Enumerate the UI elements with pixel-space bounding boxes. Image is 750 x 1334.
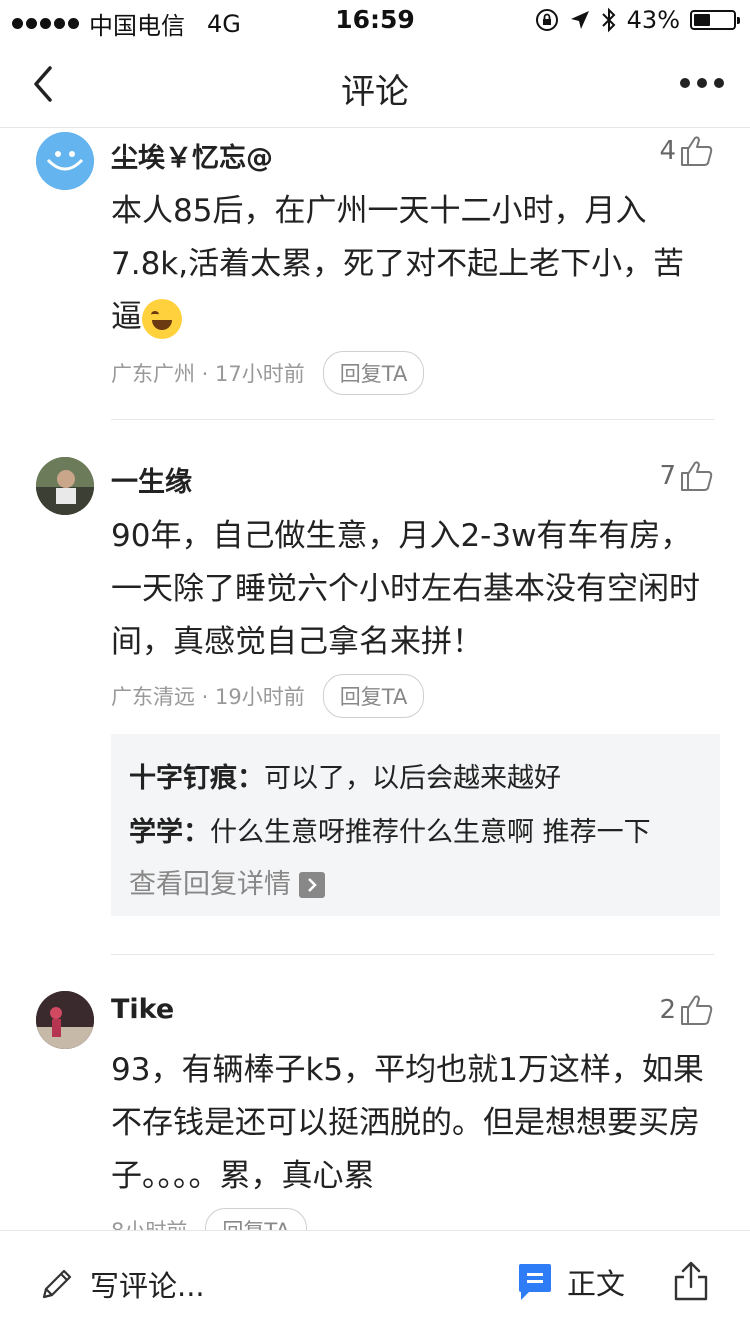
username[interactable]: Tike [111, 994, 174, 1025]
laughing-emoji-icon [142, 298, 182, 339]
reply-button[interactable]: 回复TA [322, 674, 425, 718]
reply-text: 可以了，以后会越来越好 [264, 763, 561, 794]
thumbs-up-icon [681, 995, 713, 1025]
location-time: 广东清远 · 19小时前 [111, 685, 305, 709]
like-count: 2 [659, 995, 676, 1025]
nav-bar: 评论 [0, 40, 750, 128]
replies-box[interactable]: 十字钉痕：可以了，以后会越来越好 学学：什么生意呀推荐什么生意啊 推荐一下 查看… [111, 734, 720, 916]
location-icon [570, 11, 589, 29]
comment-text: 93，有辆棒子k5，平均也就1万这样，如果不存钱是还可以挺洒脱的。但是想想要买房… [111, 1052, 704, 1194]
like-count: 4 [659, 136, 676, 166]
reply-user: 学学： [129, 817, 210, 848]
comment-text: 90年，自己做生意，月入2-3w有车有房，一天除了睡觉六个小时左右基本没有空闲时… [111, 518, 700, 660]
thumbs-up-icon [681, 136, 713, 166]
like-button[interactable]: 7 [659, 460, 714, 492]
comment-text: 本人85后，在广州一天十二小时，月入7.8k,活着太累，死了对不起上老下小，苦逼 [111, 185, 711, 344]
avatar[interactable] [36, 457, 94, 515]
divider [111, 419, 714, 420]
location-time: 广东广州 · 17小时前 [111, 362, 305, 386]
article-label: 正文 [567, 1267, 626, 1301]
reply-button[interactable]: 回复TA [205, 1208, 307, 1230]
more-options-icon[interactable] [680, 70, 724, 96]
comment-meta: 广东广州 · 17小时前 回复TA [111, 351, 425, 395]
thumbs-up-icon [681, 461, 713, 491]
pencil-icon [42, 1269, 72, 1299]
battery-icon [690, 10, 740, 30]
bluetooth-icon [601, 7, 616, 33]
article-button[interactable]: 正文 [517, 1261, 625, 1303]
username[interactable]: 一生缘 [111, 460, 192, 499]
view-replies-label: 查看回复详情 [129, 869, 291, 900]
bottom-toolbar: 写评论... 正文 [0, 1230, 750, 1334]
avatar[interactable] [36, 991, 94, 1049]
comment-meta: 8小时前 回复TA [111, 1208, 307, 1230]
article-icon [519, 1264, 551, 1300]
write-comment-label: 写评论... [90, 1269, 205, 1303]
reply-button[interactable]: 回复TA [322, 351, 425, 395]
page-title: 评论 [341, 72, 409, 112]
reply-user: 十字钉痕： [129, 763, 264, 794]
like-button[interactable]: 2 [659, 994, 714, 1026]
reply-text: 什么生意呀推荐什么生意啊 推荐一下 [210, 817, 651, 848]
status-bar: 中国电信 4G 16:59 43% [0, 0, 750, 40]
location-time: 8小时前 [111, 1215, 187, 1230]
like-button[interactable]: 4 [659, 135, 714, 167]
comment-list[interactable]: 尘埃￥忆忘@ 4 本人85后，在广州一天十二小时，月入7.8k,活着太累，死了对… [0, 129, 750, 1230]
reply-item: 十字钉痕：可以了，以后会越来越好 [129, 752, 702, 806]
username[interactable]: 尘埃￥忆忘@ [111, 136, 273, 175]
battery-percent: 43% [626, 6, 680, 34]
write-comment-button[interactable]: 写评论... [40, 1263, 205, 1305]
view-replies-link[interactable]: 查看回复详情 [129, 860, 702, 910]
avatar[interactable] [36, 132, 94, 190]
chevron-right-icon [299, 872, 325, 898]
share-icon[interactable] [672, 1261, 710, 1301]
reply-item: 学学：什么生意呀推荐什么生意啊 推荐一下 [129, 806, 702, 860]
orientation-lock-icon [535, 9, 558, 31]
comment-meta: 广东清远 · 19小时前 回复TA [111, 674, 425, 718]
divider [111, 954, 714, 955]
like-count: 7 [659, 461, 676, 491]
